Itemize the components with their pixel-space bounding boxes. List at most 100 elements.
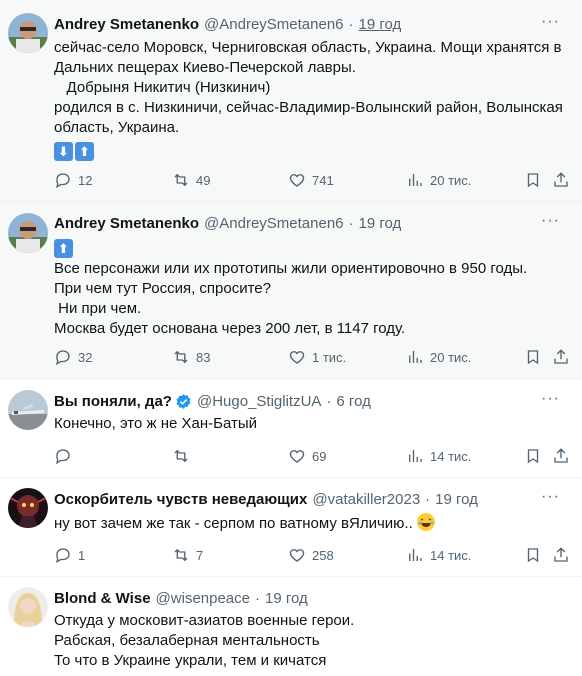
tweet[interactable]: Оскорбитель чувств неведающих @vatakille… <box>0 478 582 577</box>
tweet[interactable]: Вы поняли, да? @Hugo_StiglitzUA · 6 год … <box>0 380 582 478</box>
avatar[interactable] <box>8 390 48 430</box>
views-button[interactable]: 20 тис. <box>406 170 471 190</box>
views-icon <box>409 174 422 186</box>
tweet-text: ну вот зачем же так - серпом по ватному … <box>54 515 417 532</box>
views-button[interactable]: 20 тис. <box>406 347 471 367</box>
author-handle[interactable]: @vatakiller2023 <box>312 491 420 508</box>
like-icon <box>289 174 305 187</box>
laughing-emoji <box>416 513 435 531</box>
tweet-text: Конечно, это ж не Хан-Батый <box>54 415 258 432</box>
reply-count: 32 <box>78 349 93 365</box>
tweet[interactable]: Andrey Smetanenko @AndreySmetanen6 · 19 … <box>0 202 582 380</box>
verified-icon <box>176 393 191 409</box>
tweet-header: Blond & Wise @wisenpeace · 19 год <box>54 587 570 609</box>
emoji-line: ⬆ <box>54 237 570 258</box>
like-button[interactable]: 258 <box>288 545 334 565</box>
tweet-feed: Andrey Smetanenko @AndreySmetanen6 · 19 … <box>0 0 582 676</box>
tweet-header: Вы поняли, да? @Hugo_StiglitzUA · 6 год <box>54 390 570 412</box>
bookmark-button[interactable] <box>524 545 548 565</box>
author-handle[interactable]: @Hugo_StiglitzUA <box>197 393 321 410</box>
tweet[interactable]: Andrey Smetanenko @AndreySmetanen6 · 19 … <box>0 0 582 202</box>
views-count: 20 тис. <box>430 349 472 365</box>
share-button[interactable] <box>552 545 576 565</box>
share-icon <box>554 547 568 562</box>
timestamp[interactable]: 19 год <box>359 215 402 232</box>
reply-button[interactable] <box>54 446 78 466</box>
repost-icon <box>174 173 188 187</box>
share-icon <box>554 172 568 187</box>
share-button[interactable] <box>552 347 576 367</box>
like-count: 69 <box>312 448 327 464</box>
views-button[interactable]: 14 тис. <box>406 545 471 565</box>
share-button[interactable] <box>552 446 576 466</box>
tweet[interactable]: Blond & Wise @wisenpeace · 19 год Откуда… <box>0 577 582 676</box>
emoji-line: ⬇ ⬆ <box>54 140 570 161</box>
tweet-actions: 69 14 тис. <box>54 446 570 466</box>
avatar[interactable] <box>8 13 48 53</box>
bookmark-button[interactable] <box>524 347 548 367</box>
repost-button[interactable]: 7 <box>172 545 203 565</box>
views-icon <box>409 549 422 561</box>
author-name[interactable]: Andrey Smetanenko <box>54 16 199 33</box>
bookmark-button[interactable] <box>524 446 548 466</box>
repost-button[interactable]: 83 <box>172 347 210 367</box>
repost-icon <box>174 350 188 364</box>
tweet-text: Откуда у московит-азиатов военные герои.… <box>54 612 355 669</box>
separator-dot: · <box>425 490 431 508</box>
repost-icon <box>174 449 188 463</box>
repost-button[interactable] <box>172 446 196 466</box>
tweet-text-line: ну вот зачем же так - серпом по ватному … <box>54 513 570 534</box>
avatar[interactable] <box>8 213 48 253</box>
author-name[interactable]: Andrey Smetanenko <box>54 215 199 232</box>
timestamp[interactable]: 6 год <box>336 393 370 410</box>
reply-icon <box>55 350 70 366</box>
reply-button[interactable]: 1 <box>54 545 85 565</box>
tweet-header: Andrey Smetanenko @AndreySmetanen6 · 19 … <box>54 212 570 234</box>
views-button[interactable]: 14 тис. <box>406 446 471 466</box>
more-icon[interactable]: ··· <box>541 13 560 31</box>
bookmark-button[interactable] <box>524 170 548 190</box>
like-icon <box>289 549 305 562</box>
tweet-header: Andrey Smetanenko @AndreySmetanen6 · 19 … <box>54 13 570 35</box>
more-icon[interactable]: ··· <box>541 390 560 408</box>
timestamp[interactable]: 19 год <box>435 491 478 508</box>
up-arrow-emoji: ⬆ <box>54 239 73 258</box>
like-button[interactable]: 1 тис. <box>288 347 346 367</box>
more-icon[interactable]: ··· <box>541 212 560 230</box>
repost-icon <box>174 548 188 562</box>
like-icon <box>289 450 305 463</box>
author-name[interactable]: Blond & Wise <box>54 590 151 607</box>
repost-button[interactable]: 49 <box>172 170 210 190</box>
author-handle[interactable]: @AndreySmetanen6 <box>204 16 343 33</box>
reply-icon <box>55 548 70 564</box>
timestamp[interactable]: 19 год <box>359 16 402 33</box>
author-name[interactable]: Оскорбитель чувств неведающих <box>54 491 307 508</box>
like-button[interactable]: 741 <box>288 170 334 190</box>
author-handle[interactable]: @wisenpeace <box>156 590 250 607</box>
like-count: 258 <box>312 547 334 563</box>
repost-count: 7 <box>196 547 204 563</box>
like-count: 741 <box>312 172 334 188</box>
views-icon <box>409 450 422 462</box>
bookmark-icon <box>527 449 539 464</box>
avatar[interactable] <box>8 587 48 627</box>
reply-count: 12 <box>78 172 93 188</box>
author-name[interactable]: Вы поняли, да? <box>54 393 172 410</box>
tweet-text: Все персонажи или их прототипы жили орие… <box>54 260 528 337</box>
tweet-header: Оскорбитель чувств неведающих @vatakille… <box>54 488 570 510</box>
repost-count: 49 <box>196 172 211 188</box>
views-count: 14 тис. <box>430 448 472 464</box>
avatar[interactable] <box>8 488 48 528</box>
separator-dot: · <box>326 392 332 410</box>
timestamp[interactable]: 19 год <box>265 590 308 607</box>
like-button[interactable]: 69 <box>288 446 326 466</box>
share-button[interactable] <box>552 170 576 190</box>
author-handle[interactable]: @AndreySmetanen6 <box>204 215 343 232</box>
separator-dot: · <box>255 589 260 607</box>
views-count: 14 тис. <box>430 547 472 563</box>
more-icon[interactable]: ··· <box>541 488 560 506</box>
share-icon <box>554 448 568 463</box>
reply-button[interactable]: 12 <box>54 170 92 190</box>
bookmark-icon <box>527 173 539 188</box>
reply-button[interactable]: 32 <box>54 347 92 367</box>
